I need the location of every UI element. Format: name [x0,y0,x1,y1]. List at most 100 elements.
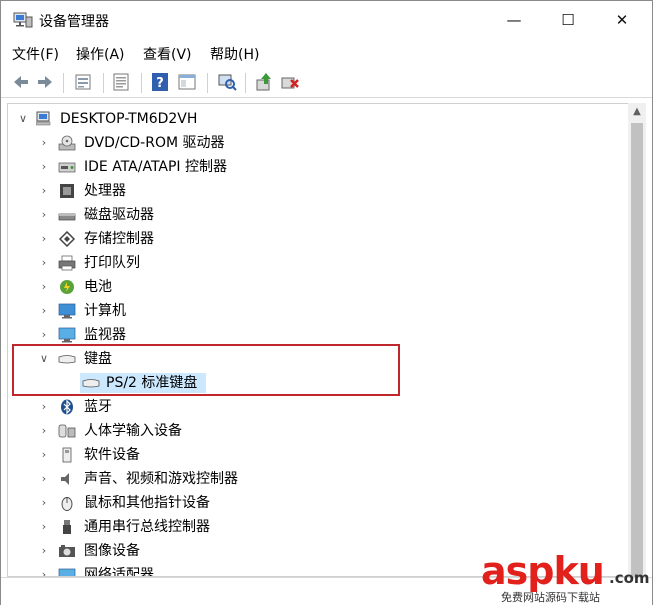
window-title: 设备管理器 [39,14,109,30]
annotation-highlight-box [12,344,400,396]
network-adapter-icon [58,568,76,576]
chevron-right-icon[interactable]: › [38,131,50,155]
disk-drive-icon [58,213,76,221]
chevron-right-icon[interactable]: › [38,155,50,179]
watermark-ku-text: ku [553,549,604,593]
device-manager-app-icon [13,12,33,28]
chevron-right-icon[interactable]: › [38,443,50,467]
chevron-right-icon[interactable]: › [38,539,50,563]
tree-item-computer[interactable]: › 计算机 [8,299,624,323]
chevron-right-icon[interactable]: › [38,419,50,443]
monitor-icon [58,327,76,343]
show-hidden-icon[interactable] [111,72,131,92]
tree-item-disk[interactable]: › 磁盘驱动器 [8,203,624,227]
tree-item-label: DVD/CD-ROM 驱动器 [84,135,225,151]
tree-item-label: 声音、视频和游戏控制器 [84,471,238,487]
mouse-icon [61,497,73,511]
help-icon[interactable]: ? [150,72,170,92]
tree-item-mouse[interactable]: › 鼠标和其他指针设备 [8,491,624,515]
update-driver-icon[interactable] [254,72,274,92]
chevron-right-icon[interactable]: › [38,395,50,419]
chevron-right-icon[interactable]: › [38,515,50,539]
menu-help[interactable]: 帮助(H) [210,44,259,64]
tree-root[interactable]: ∨ DESKTOP-TM6D2VH [8,107,624,131]
toolbar: ? [1,67,652,98]
watermark-logo: aspku .com 免费网站源码下载站 [481,549,651,604]
back-arrow-icon[interactable] [11,72,31,92]
scan-icon[interactable] [217,72,237,92]
battery-icon [60,280,74,294]
menu-bar: 文件(F) 操作(A) 查看(V) 帮助(H) [1,41,652,65]
tree-item-software[interactable]: › 软件设备 [8,443,624,467]
tree-item-label: 人体学输入设备 [84,423,182,439]
maximize-button[interactable]: ☐ [545,1,591,39]
menu-view[interactable]: 查看(V) [143,44,192,64]
properties-icon[interactable] [73,72,93,92]
tree-item-dvd[interactable]: › DVD/CD-ROM 驱动器 [8,131,624,155]
toolbar-separator [207,73,208,93]
view-icon[interactable] [177,72,197,92]
software-device-icon [62,447,72,463]
toolbar-separator [245,73,246,93]
tree-item-label: 电池 [84,279,112,295]
tree-item-label: 图像设备 [84,543,140,559]
tree-item-label: 软件设备 [84,447,140,463]
tree-item-label: 网络适配器 [84,567,154,577]
toolbar-separator [63,73,64,93]
title-bar[interactable]: 设备管理器 — ☐ ✕ [1,1,652,39]
tree-item-label: 蓝牙 [84,399,112,415]
tree-item-label: IDE ATA/ATAPI 控制器 [84,159,228,175]
tree-item-label: 计算机 [84,303,126,319]
chevron-right-icon[interactable]: › [38,203,50,227]
minimize-button[interactable]: — [491,1,537,39]
chevron-right-icon[interactable]: › [38,251,50,275]
tree-item-label: 打印队列 [84,255,140,271]
tree-item-bluetooth[interactable]: › 蓝牙 [8,395,624,419]
chevron-right-icon[interactable]: › [38,491,50,515]
tree-item-hid[interactable]: › 人体学输入设备 [8,419,624,443]
tree-item-label: 磁盘驱动器 [84,207,154,223]
tree-item-battery[interactable]: › 电池 [8,275,624,299]
toolbar-separator [103,73,104,93]
chevron-down-icon[interactable]: ∨ [17,107,29,131]
camera-icon [59,545,75,557]
device-manager-window: 设备管理器 — ☐ ✕ 文件(F) 操作(A) 查看(V) 帮助(H) ? ∨ … [0,0,653,605]
tree-item-audio[interactable]: › 声音、视频和游戏控制器 [8,467,624,491]
chevron-right-icon[interactable]: › [38,563,50,576]
computer-root-icon [36,111,51,126]
watermark-subtitle: 免费网站源码下载站 [501,591,600,604]
menu-file[interactable]: 文件(F) [12,44,59,64]
watermark-main-text: asp [481,549,554,593]
storage-controller-icon [58,231,76,247]
menu-action[interactable]: 操作(A) [76,44,125,64]
chevron-right-icon[interactable]: › [38,299,50,323]
vertical-scrollbar[interactable]: ▲ [628,103,646,583]
uninstall-icon[interactable] [280,72,300,92]
close-button[interactable]: ✕ [599,1,645,39]
chevron-right-icon[interactable]: › [38,227,50,251]
processor-icon [60,184,74,198]
chevron-right-icon[interactable]: › [38,275,50,299]
tree-item-ide[interactable]: › IDE ATA/ATAPI 控制器 [8,155,624,179]
dvd-drive-icon [58,135,76,151]
watermark-main: aspku [481,549,605,593]
tree-item-storage[interactable]: › 存储控制器 [8,227,624,251]
device-tree[interactable]: ∨ DESKTOP-TM6D2VH › DVD/CD-ROM 驱动器 › IDE… [7,103,629,577]
tree-item-printer[interactable]: › 打印队列 [8,251,624,275]
tree-root-label: DESKTOP-TM6D2VH [60,111,198,127]
tree-item-label: 通用串行总线控制器 [84,519,210,535]
bluetooth-icon [61,399,73,415]
ide-controller-icon [58,162,76,173]
tree-item-usb[interactable]: › 通用串行总线控制器 [8,515,624,539]
scroll-up-arrow-icon[interactable]: ▲ [628,103,646,121]
chevron-right-icon[interactable]: › [38,467,50,491]
scroll-thumb[interactable] [631,123,643,583]
forward-arrow-icon[interactable] [35,72,55,92]
tree-item-label: 鼠标和其他指针设备 [84,495,210,511]
computer-icon [58,303,76,319]
printer-icon [58,255,76,271]
chevron-right-icon[interactable]: › [38,179,50,203]
toolbar-separator [141,73,142,93]
tree-item-label: 处理器 [84,183,126,199]
tree-item-processor[interactable]: › 处理器 [8,179,624,203]
